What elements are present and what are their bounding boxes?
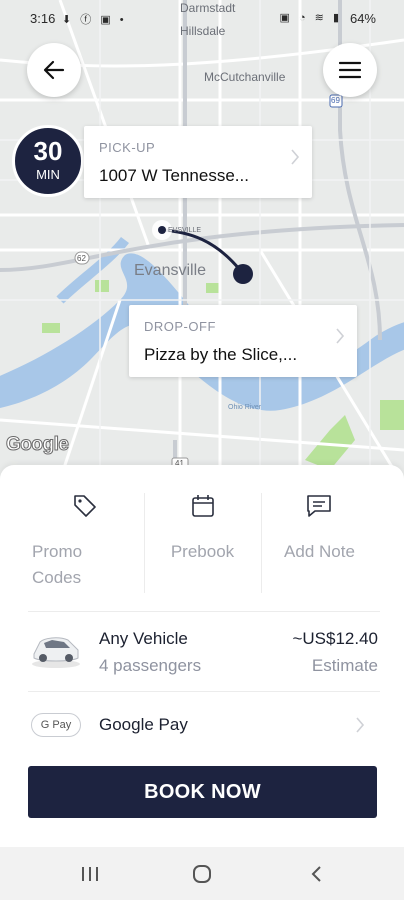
system-navigation-bar <box>0 847 404 900</box>
pickup-card[interactable]: PICK-UP 1007 W Tennesse... <box>84 126 312 198</box>
add-note-button[interactable]: Add Note <box>261 493 378 593</box>
arrow-left-icon <box>43 60 65 80</box>
map-label: Ohio River <box>228 404 262 411</box>
eta-unit: MIN <box>36 167 60 182</box>
dropoff-address: Pizza by the Slice,... <box>144 345 298 364</box>
eta-badge: 30 MIN <box>12 125 84 197</box>
pickup-address: 1007 W Tennesse... <box>99 166 249 185</box>
booking-sheet: Promo Codes Prebook Add Note Any Vehicle… <box>0 465 404 847</box>
menu-button[interactable] <box>323 43 377 97</box>
promo-codes-label: Promo Codes <box>32 542 83 587</box>
book-now-button[interactable]: BOOK NOW <box>28 766 377 818</box>
promo-codes-button[interactable]: Promo Codes <box>0 493 144 593</box>
car-icon <box>32 637 80 668</box>
back-button[interactable] <box>27 43 81 97</box>
eta-value: 30 <box>33 136 63 166</box>
chevron-right-icon <box>291 149 300 165</box>
battery-level: 64% <box>349 11 376 26</box>
google-attribution: Google <box>5 434 69 456</box>
system-icons: ▣ ◔ ≋ ▮ <box>279 12 342 24</box>
status-bar: 3:16 ⬇ ⓕ ▣ • ▣ ◔ ≋ ▮ 64% <box>0 0 404 36</box>
payment-method: Google Pay <box>99 715 188 734</box>
vehicle-row[interactable]: Any Vehicle 4 passengers ~US$12.40 Estim… <box>0 612 404 690</box>
chevron-right-icon <box>336 328 345 344</box>
home-icon[interactable] <box>192 864 212 884</box>
price-estimate: ~US$12.40 <box>292 629 378 648</box>
tag-icon <box>74 495 96 517</box>
map-label: McCutchanville <box>204 70 286 84</box>
route-shield: 69 <box>331 96 340 105</box>
prebook-button[interactable]: Prebook <box>144 493 261 593</box>
chevron-right-icon <box>356 717 365 733</box>
vehicle-name: Any Vehicle <box>99 629 188 648</box>
notification-icons: ⬇ ⓕ ▣ • <box>62 14 127 26</box>
status-time: 3:16 <box>30 11 56 26</box>
price-note: Estimate <box>311 656 378 675</box>
calendar-icon <box>192 495 214 517</box>
google-pay-badge: G Pay <box>31 713 81 737</box>
prebook-label: Prebook <box>170 542 235 561</box>
pickup-label: PICK-UP <box>99 140 156 155</box>
dropoff-label: DROP-OFF <box>144 319 216 334</box>
recent-apps-icon[interactable] <box>80 866 100 882</box>
chat-note-icon <box>307 495 331 517</box>
route-shield: 62 <box>77 254 86 263</box>
payment-row[interactable]: G Pay Google Pay <box>0 692 404 756</box>
map-label: Evansville <box>134 262 207 279</box>
back-nav-icon[interactable] <box>310 865 322 883</box>
vehicle-capacity: 4 passengers <box>99 656 202 675</box>
hamburger-menu-icon <box>339 61 361 79</box>
add-note-label: Add Note <box>284 542 355 561</box>
map-label: EVSVILLE <box>168 227 202 234</box>
dropoff-card[interactable]: DROP-OFF Pizza by the Slice,... <box>129 305 357 377</box>
